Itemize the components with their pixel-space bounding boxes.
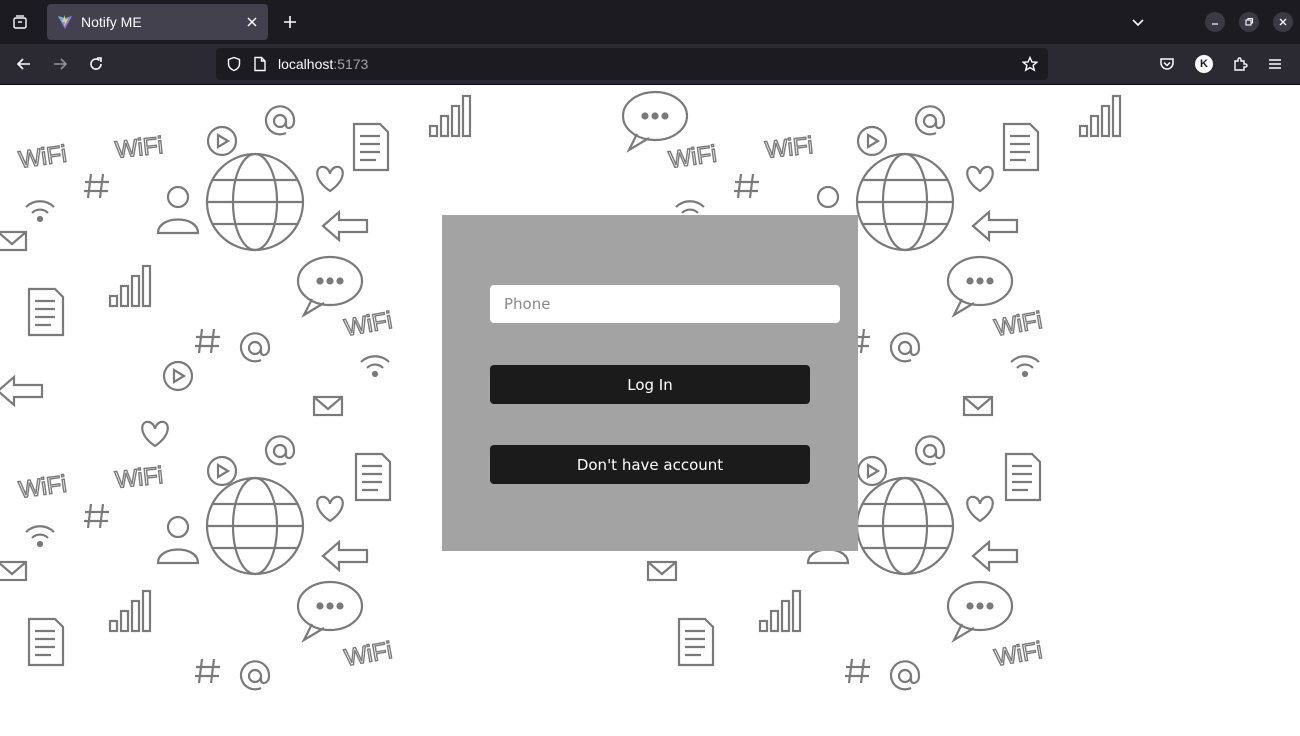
close-icon[interactable] bbox=[1273, 12, 1293, 32]
tab-overview-icon[interactable] bbox=[6, 8, 34, 36]
wifi-doodle-text: WiFi bbox=[17, 471, 68, 504]
wifi-doodle-text: WiFi bbox=[764, 132, 815, 164]
url-text[interactable]: localhost:5173 bbox=[278, 56, 368, 72]
login-button[interactable]: Log In bbox=[490, 365, 810, 404]
browser-tab[interactable]: Notify ME bbox=[47, 4, 268, 40]
tab-bar: Notify ME bbox=[0, 0, 1300, 44]
wifi-doodle-text: WiFi bbox=[114, 462, 165, 494]
shield-icon[interactable] bbox=[224, 54, 244, 74]
plus-icon[interactable] bbox=[276, 8, 304, 36]
arrow-left-icon[interactable] bbox=[10, 50, 38, 78]
close-icon[interactable] bbox=[240, 10, 264, 34]
puzzle-icon[interactable] bbox=[1226, 50, 1254, 78]
chevron-down-icon[interactable] bbox=[1124, 8, 1152, 36]
pocket-icon[interactable] bbox=[1153, 50, 1181, 78]
arrow-right-icon[interactable] bbox=[46, 50, 74, 78]
signup-button[interactable]: Don't have account bbox=[490, 445, 810, 484]
star-icon[interactable] bbox=[1018, 52, 1042, 76]
navigation-bar: localhost:5173 K bbox=[0, 44, 1300, 85]
login-card: Log In Don't have account bbox=[442, 215, 858, 551]
wifi-doodle-text: WiFi bbox=[992, 307, 1044, 342]
wifi-doodle-text: WiFi bbox=[992, 637, 1044, 672]
page-content: WiFi WiFi WiFi WiFi WiFi WiFi WiFi WiFi … bbox=[0, 86, 1300, 736]
restore-icon[interactable] bbox=[1239, 12, 1259, 32]
wifi-doodle-text: WiFi bbox=[342, 307, 394, 342]
page-icon[interactable] bbox=[250, 54, 270, 74]
hamburger-icon[interactable] bbox=[1261, 50, 1289, 78]
url-host: localhost bbox=[278, 56, 334, 72]
wifi-doodle-text: WiFi bbox=[342, 637, 394, 672]
wifi-doodle-text: WiFi bbox=[667, 141, 718, 174]
minimize-icon[interactable] bbox=[1205, 12, 1225, 32]
vite-logo-icon bbox=[57, 14, 73, 30]
avatar[interactable]: K bbox=[1195, 55, 1213, 73]
url-port: :5173 bbox=[333, 56, 369, 72]
phone-input[interactable] bbox=[490, 285, 840, 323]
wifi-doodle-text: WiFi bbox=[114, 132, 165, 164]
url-bar[interactable]: localhost:5173 bbox=[216, 48, 1048, 80]
wifi-doodle-text: WiFi bbox=[17, 141, 68, 174]
reload-icon[interactable] bbox=[82, 50, 110, 78]
tab-title: Notify ME bbox=[81, 14, 142, 30]
